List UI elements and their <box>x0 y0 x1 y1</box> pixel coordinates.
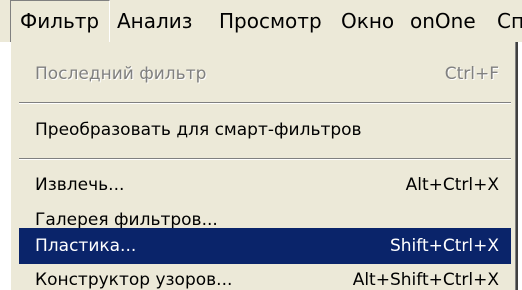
menu-item-label: Последний фильтр <box>35 64 207 84</box>
menu-item-shortcut: Alt+Ctrl+X <box>405 175 499 195</box>
menu-item-shortcut: Alt+Shift+Ctrl+X <box>352 270 499 290</box>
menu-item-label: Извлечь... <box>35 175 125 195</box>
menu-item-extract[interactable]: Извлечь... Alt+Ctrl+X <box>19 167 511 203</box>
menu-item-label: Пластика... <box>35 236 137 256</box>
menu-onone[interactable]: onOne <box>401 0 489 42</box>
menu-separator <box>19 102 511 104</box>
menu-item-label: Преобразовать для смарт-фильтров <box>35 120 362 140</box>
menu-item-liquify[interactable]: Пластика... Shift+Ctrl+X <box>19 228 511 264</box>
menu-window[interactable]: Окно <box>332 0 400 42</box>
filter-dropdown-menu: Последний фильтр Ctrl+F Преобразовать дл… <box>10 42 518 290</box>
menu-item-label: Конструктор узоров... <box>35 270 233 290</box>
menu-item-last-filter[interactable]: Последний фильтр Ctrl+F <box>19 56 511 92</box>
menu-view[interactable]: Просмотр <box>210 0 332 42</box>
menu-bar: Фильтр Анализ Просмотр Окно onOne Спр <box>0 0 522 42</box>
menu-filter[interactable]: Фильтр <box>10 0 110 42</box>
menu-help[interactable]: Спр <box>488 0 522 42</box>
menu-item-shortcut: Ctrl+F <box>444 64 499 84</box>
photoshop-filter-menu-screen: Фильтр Анализ Просмотр Окно onOne Спр По… <box>0 0 522 290</box>
menu-item-shortcut: Shift+Ctrl+X <box>389 236 499 256</box>
menu-separator <box>19 158 511 160</box>
menu-item-convert-smart-filters[interactable]: Преобразовать для смарт-фильтров <box>19 112 511 148</box>
menu-item-pattern-maker[interactable]: Конструктор узоров... Alt+Shift+Ctrl+X <box>19 262 511 290</box>
menu-analysis[interactable]: Анализ <box>108 0 210 42</box>
